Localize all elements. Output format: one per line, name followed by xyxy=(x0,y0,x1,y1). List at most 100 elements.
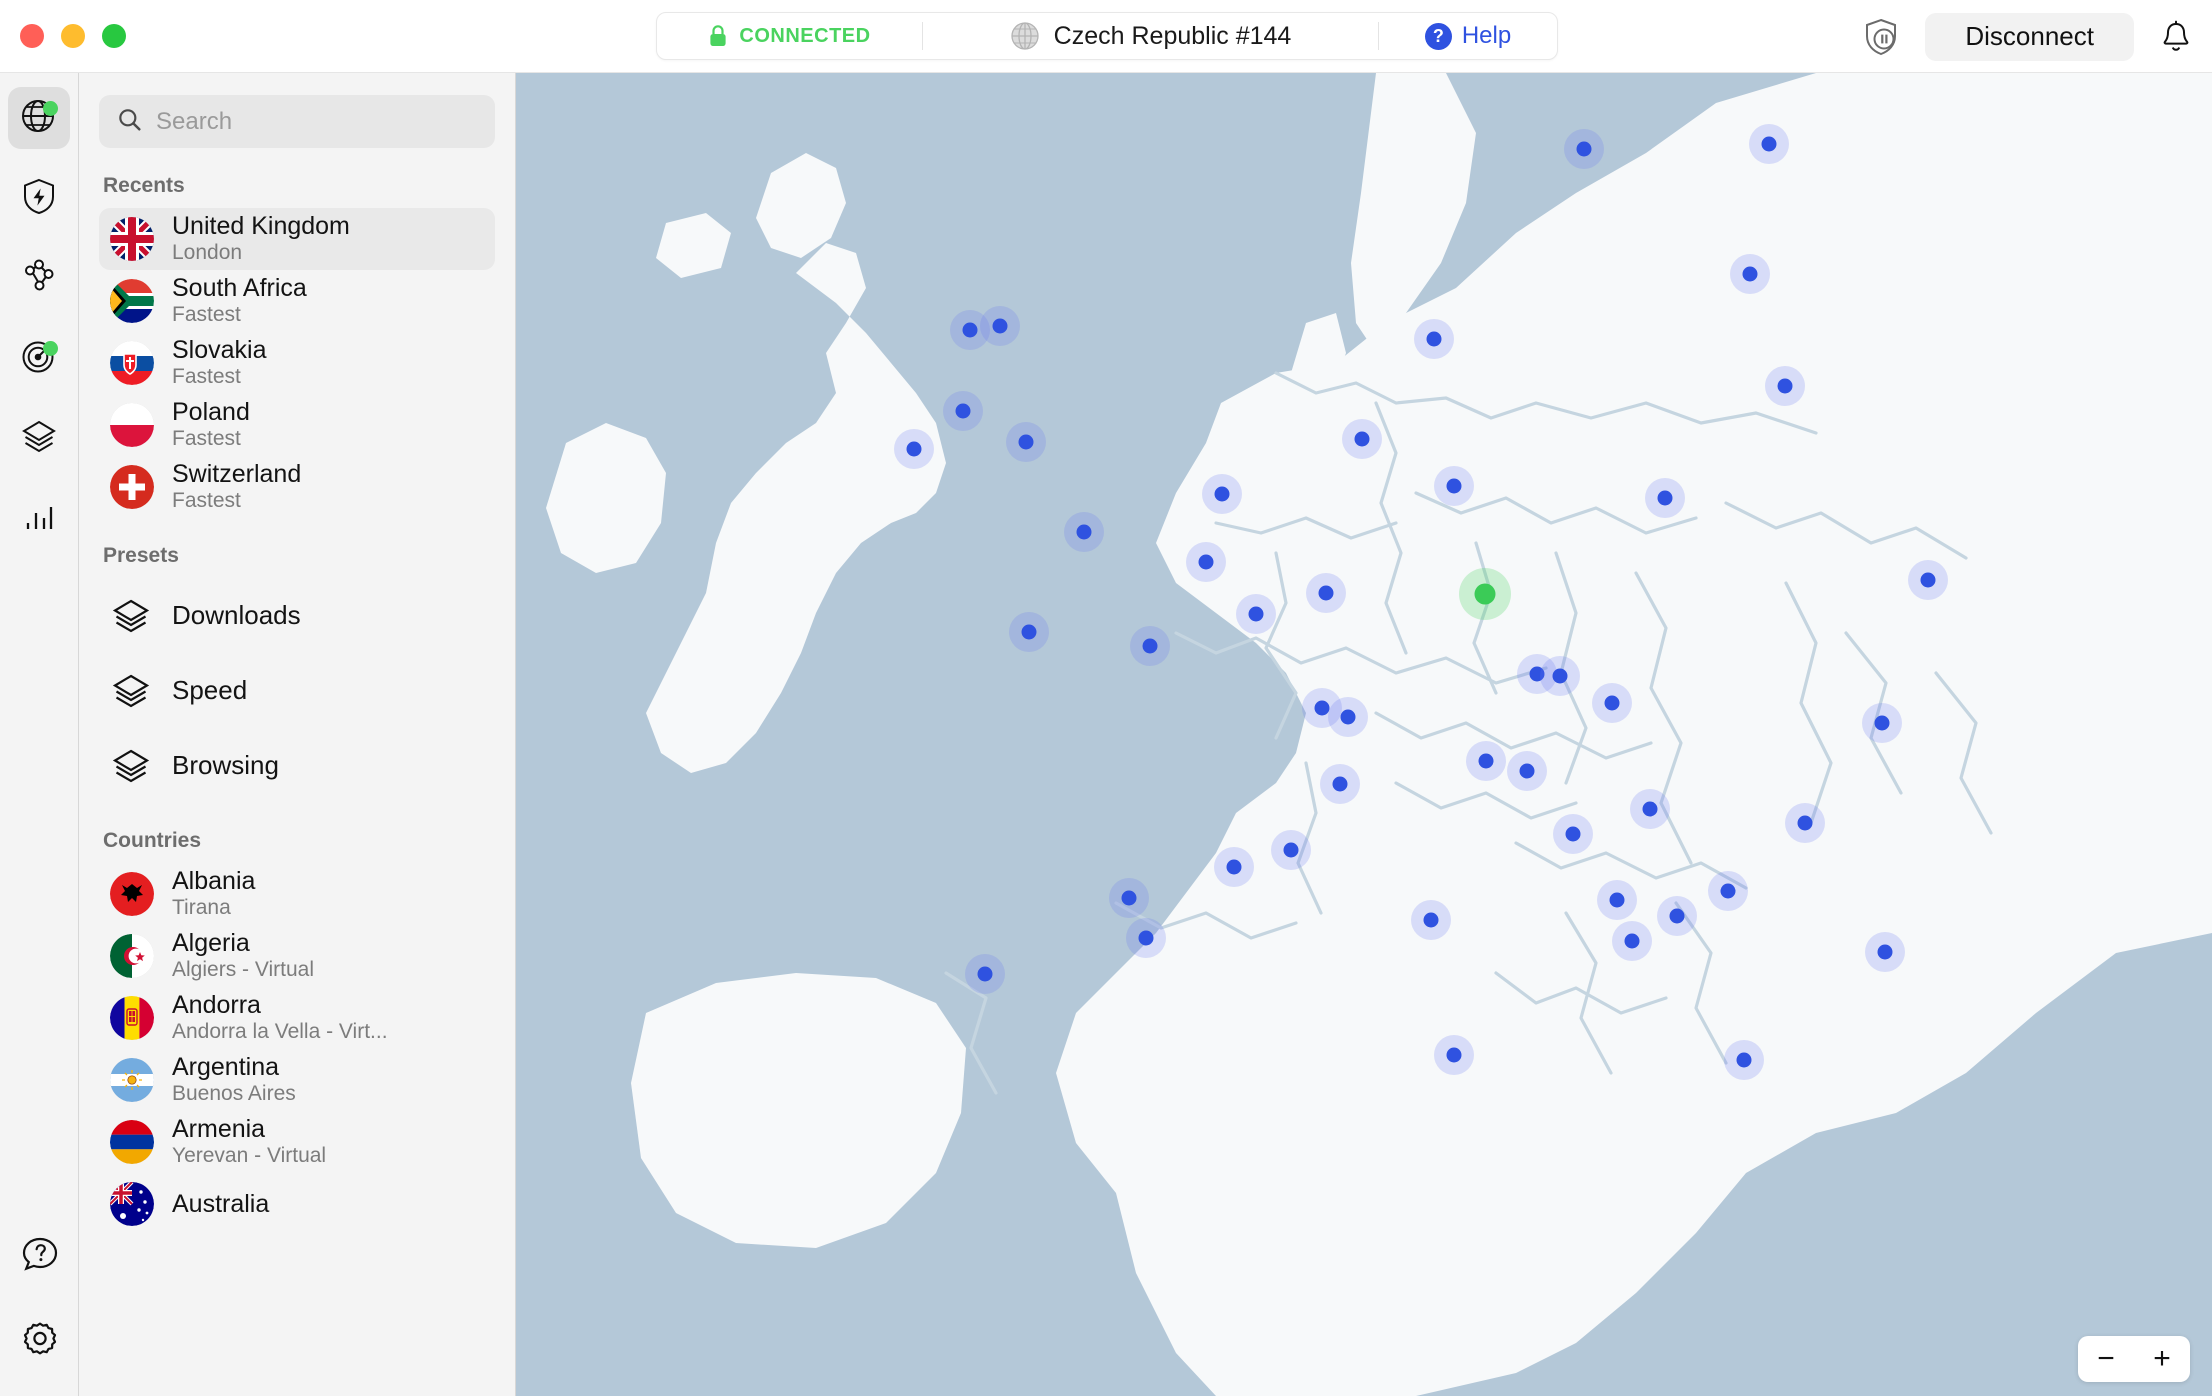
layers-icon xyxy=(110,595,152,637)
flag-icon-au xyxy=(110,1182,154,1226)
countries-section-title: Countries xyxy=(103,829,202,852)
location-text: United Kingdom London xyxy=(172,212,350,265)
bell-icon[interactable] xyxy=(2160,20,2192,54)
flag-icon-am xyxy=(110,1120,154,1164)
city-name: Algiers - Virtual xyxy=(172,958,314,982)
marker-dot xyxy=(962,322,978,338)
sidebar-item-threat-protection[interactable] xyxy=(8,167,70,229)
gear-icon[interactable] xyxy=(19,1319,61,1366)
sidebar-item-file-share[interactable] xyxy=(8,407,70,469)
marker-dot xyxy=(1142,638,1158,654)
country-list-item[interactable]: Argentina Buenos Aires xyxy=(99,1049,495,1111)
preset-item[interactable]: Downloads xyxy=(99,578,495,653)
country-name: South Africa xyxy=(172,274,307,303)
vpn-app-window: CONNECTED Czech Republic #144 ? Help Dis… xyxy=(0,0,2212,1396)
country-list-item[interactable]: Algeria Algiers - Virtual xyxy=(99,925,495,987)
flag-icon-sk xyxy=(110,341,154,385)
city-name: London xyxy=(172,241,243,265)
marker-dot xyxy=(1777,378,1793,394)
status-dot-badge xyxy=(43,101,58,116)
zoom-in-button[interactable]: + xyxy=(2134,1336,2190,1382)
marker-dot xyxy=(1426,331,1442,347)
close-button[interactable] xyxy=(20,24,44,48)
map-zoom-controls: − + xyxy=(2078,1336,2190,1382)
flag-icon-pl xyxy=(110,403,154,447)
marker-dot xyxy=(1761,136,1777,152)
country-list-item[interactable]: Armenia Yerevan - Virtual xyxy=(99,1111,495,1173)
city-name: Fastest xyxy=(172,365,241,389)
shield-pause-icon[interactable] xyxy=(1863,18,1899,56)
marker-dot xyxy=(1736,1052,1752,1068)
location-text: Algeria Algiers - Virtual xyxy=(172,929,314,982)
world-map[interactable]: − + xyxy=(516,73,2212,1396)
marker-dot xyxy=(1576,141,1592,157)
marker-dot xyxy=(1474,583,1496,605)
sidebar-item-statistics[interactable] xyxy=(8,487,70,549)
help-label: Help xyxy=(1461,22,1512,49)
search-input[interactable] xyxy=(156,107,477,136)
marker-dot xyxy=(1720,883,1736,899)
icon-rail-bottom xyxy=(0,1234,79,1366)
marker-dot xyxy=(1657,490,1673,506)
server-name-label: Czech Republic #144 xyxy=(1053,21,1292,50)
zoom-out-button[interactable]: − xyxy=(2078,1336,2134,1382)
status-dot-badge xyxy=(43,341,58,356)
flag-icon-ar xyxy=(110,1058,154,1102)
icon-rail xyxy=(0,73,79,1396)
recent-location-item[interactable]: Switzerland Fastest xyxy=(99,456,495,518)
city-name: Yerevan - Virtual xyxy=(172,1144,327,1168)
marker-dot xyxy=(1877,944,1893,960)
location-text: Switzerland Fastest xyxy=(172,460,301,513)
marker-dot xyxy=(955,403,971,419)
countries-list: Albania Tirana Algeria Algiers - Virtual And… xyxy=(99,863,495,1235)
city-name: Fastest xyxy=(172,427,241,451)
country-list-item[interactable]: Australia xyxy=(99,1173,495,1235)
preset-label: Speed xyxy=(172,675,248,705)
country-list-item[interactable]: Andorra Andorra la Vella - Virt... xyxy=(99,987,495,1049)
preset-item[interactable]: Browsing xyxy=(99,728,495,803)
country-name: Poland xyxy=(172,398,250,427)
map-geometry xyxy=(516,73,2212,1396)
marker-dot xyxy=(1478,753,1494,769)
search-box[interactable] xyxy=(99,95,495,148)
marker-dot xyxy=(1446,1047,1462,1063)
marker-dot xyxy=(1021,624,1037,640)
sidebar-item-meshnet[interactable] xyxy=(8,247,70,309)
globe-icon xyxy=(1010,21,1040,51)
recents-section-title: Recents xyxy=(103,174,185,197)
marker-dot xyxy=(992,318,1008,334)
marker-dot xyxy=(1874,715,1890,731)
marker-dot xyxy=(1604,695,1620,711)
recent-location-item[interactable]: Poland Fastest xyxy=(99,394,495,456)
app-body: Recents United KingdomLondon South Africa… xyxy=(0,73,2212,1396)
preset-item[interactable]: Speed xyxy=(99,653,495,728)
lock-icon xyxy=(708,24,728,48)
country-name: United Kingdom xyxy=(172,212,350,241)
sidebar-item-dark-web-monitor[interactable] xyxy=(8,327,70,389)
disconnect-button[interactable]: Disconnect xyxy=(1925,12,2134,61)
help-link[interactable]: ? Help xyxy=(1379,13,1557,59)
flag-icon-dz xyxy=(110,934,154,978)
city-name: Fastest xyxy=(172,489,241,513)
help-bubble-icon[interactable] xyxy=(19,1234,61,1281)
flag-icon-za xyxy=(110,279,154,323)
presets-list: Downloads Speed Browsing xyxy=(99,578,495,803)
current-server[interactable]: Czech Republic #144 xyxy=(923,13,1378,59)
marker-dot xyxy=(1121,890,1137,906)
marker-dot xyxy=(1076,524,1092,540)
country-list-item[interactable]: Albania Tirana xyxy=(99,863,495,925)
sidebar-item-vpn-locations[interactable] xyxy=(8,87,70,149)
recent-location-item[interactable]: South Africa Fastest xyxy=(99,270,495,332)
marker-dot xyxy=(1565,826,1581,842)
connected-label: CONNECTED xyxy=(739,24,871,47)
minimize-button[interactable] xyxy=(61,24,85,48)
marker-dot xyxy=(1248,606,1264,622)
location-text: Australia xyxy=(172,1190,269,1218)
window-controls xyxy=(0,24,126,48)
layers-icon xyxy=(110,670,152,712)
location-text: Slovakia Fastest xyxy=(172,336,267,389)
country-name: Switzerland xyxy=(172,460,302,489)
recent-location-item[interactable]: United Kingdom London xyxy=(99,208,495,270)
zoom-button[interactable] xyxy=(102,24,126,48)
recent-location-item[interactable]: Slovakia Fastest xyxy=(99,332,495,394)
